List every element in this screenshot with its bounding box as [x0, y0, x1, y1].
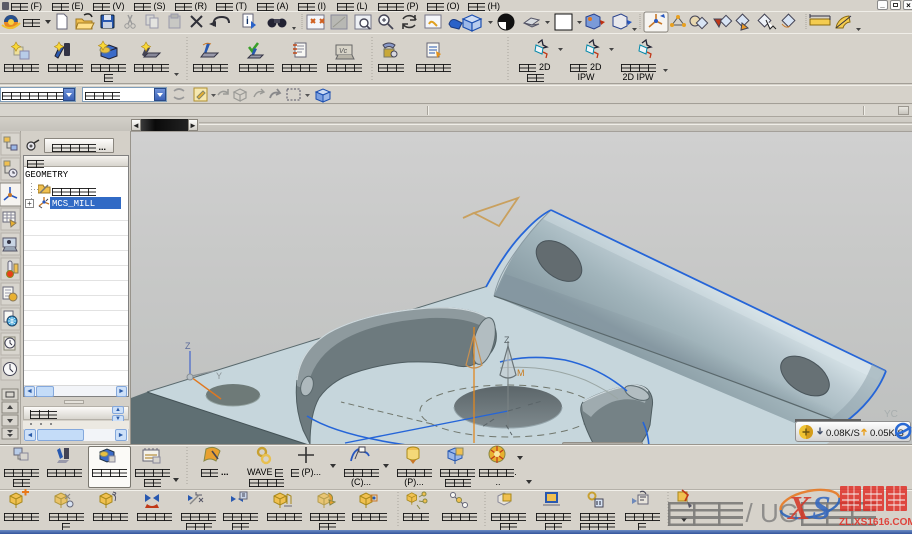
svg-text:Z: Z: [504, 335, 510, 345]
svg-text:S: S: [812, 490, 831, 527]
svg-text:YC: YC: [884, 409, 898, 420]
svg-text:Vc: Vc: [339, 48, 348, 55]
svg-text:ZL.XS1616.COM: ZL.XS1616.COM: [839, 517, 912, 528]
svg-text:X: X: [787, 490, 812, 527]
svg-text:0.08K/S: 0.08K/S: [826, 428, 860, 439]
svg-text:M: M: [517, 368, 525, 378]
svg-text:i: i: [246, 16, 249, 27]
svg-text:Y: Y: [216, 371, 222, 381]
svg-text:Z: Z: [185, 341, 191, 351]
